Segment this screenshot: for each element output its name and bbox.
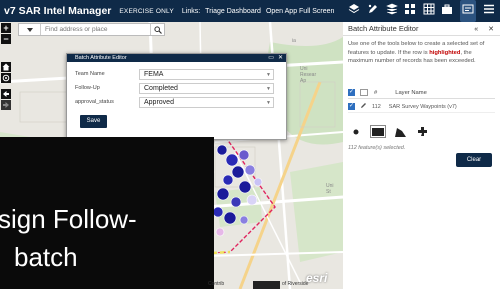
caption-line-2: batch	[14, 242, 78, 272]
field-label: Team Name	[75, 71, 105, 77]
menu-icon[interactable]	[483, 2, 495, 20]
link-triage-dashboard[interactable]: Triage Dashboard	[205, 8, 261, 15]
layer-table-header: ✓ # Layer Name	[348, 87, 495, 99]
maximize-icon[interactable]: ▭	[268, 54, 274, 62]
field-value: Approved	[144, 98, 174, 106]
pencil-icon[interactable]	[360, 102, 367, 111]
search-button[interactable]	[150, 24, 164, 35]
caret-down-icon: ▼	[266, 71, 271, 78]
puzzle-icon	[417, 127, 427, 136]
caret-down-icon: ▼	[266, 85, 271, 92]
layer-name: SAR Survey Waypoints (v7)	[388, 103, 457, 110]
widget-toolbar	[343, 0, 500, 22]
select-rectangle-tool[interactable]	[370, 125, 386, 138]
map-label: ia	[292, 38, 296, 44]
map-attribution: Contrib	[208, 281, 225, 287]
selection-tools	[348, 125, 430, 138]
select-freehand-tool[interactable]	[414, 125, 430, 138]
locate-icon	[2, 74, 10, 82]
field-row-follow-up: Follow-Up Completed ▼	[67, 82, 288, 94]
panel-header: Batch Attribute Editor « ✕	[343, 22, 500, 36]
scale-bar	[253, 281, 280, 289]
select-polygon-tool[interactable]	[392, 125, 408, 138]
layer-row[interactable]: ✓ 112 SAR Survey Waypoints (v7)	[348, 101, 495, 113]
caret-down-icon: ▼	[266, 99, 271, 106]
rectangle-icon	[372, 127, 384, 136]
home-button[interactable]	[1, 62, 11, 72]
arrow-left-icon	[3, 91, 9, 97]
edit-icon[interactable]	[367, 2, 379, 20]
field-label: approval_status	[75, 99, 114, 105]
follow-up-select[interactable]: Completed ▼	[139, 82, 274, 94]
caption-line-1: sign Follow-	[0, 204, 137, 234]
panel-instructions: Use one of the tools below to create a s…	[343, 36, 500, 66]
selected-count: 112 feature(s) selected.	[348, 145, 406, 151]
esri-logo: esri	[306, 271, 328, 285]
point-icon	[353, 129, 359, 134]
select-all-checkbox[interactable]: ✓	[348, 89, 355, 96]
field-row-approval-status: approval_status Approved ▼	[67, 96, 288, 108]
field-row-team-name: Team Name FEMA ▼	[67, 68, 288, 80]
field-value: Completed	[144, 84, 178, 92]
instructions-highlight: highlighted	[429, 49, 461, 56]
close-icon[interactable]: ✕	[278, 54, 283, 62]
save-button[interactable]: Save	[80, 115, 107, 128]
search-icon	[153, 25, 162, 34]
caret-down-icon	[26, 27, 33, 32]
count-column-header: #	[374, 89, 378, 96]
stack-icon[interactable]	[385, 2, 398, 20]
team-name-field[interactable]: FEMA ▼	[139, 68, 274, 80]
layer-column-header: Layer Name	[395, 89, 427, 96]
collapse-icon[interactable]: «	[474, 26, 478, 33]
search-input[interactable]	[41, 24, 150, 35]
map-attribution-2: of Riverside	[282, 281, 309, 287]
clear-button[interactable]: Clear	[456, 153, 492, 167]
approval-status-select[interactable]: Approved ▼	[139, 96, 274, 108]
grid-icon[interactable]	[404, 2, 416, 20]
zoom-out-button[interactable]: −	[1, 34, 11, 44]
toggle-icon[interactable]	[360, 89, 368, 96]
select-point-tool[interactable]	[348, 125, 364, 138]
panel-title: Batch Attribute Editor	[348, 24, 419, 33]
locate-button[interactable]	[1, 73, 11, 83]
map-label: Ap	[300, 78, 306, 84]
search-source-dropdown[interactable]	[19, 24, 41, 35]
previous-extent-button[interactable]	[1, 89, 11, 99]
nav-controls	[1, 62, 11, 110]
caption-overlay: sign Follow- batch	[0, 137, 214, 289]
polygon-icon	[395, 127, 406, 137]
search-box	[18, 23, 165, 36]
layers-icon[interactable]	[348, 2, 360, 20]
field-value: FEMA	[144, 70, 164, 78]
links-label: Links:	[181, 7, 201, 15]
close-icon[interactable]: ✕	[488, 25, 494, 33]
table-icon[interactable]	[423, 2, 435, 20]
briefcase-icon[interactable]	[441, 2, 453, 20]
row-checkbox[interactable]: ✓	[348, 103, 355, 110]
zoom-in-button[interactable]: +	[1, 23, 11, 33]
arrow-right-icon	[3, 102, 9, 108]
dialog-title: Batch Attribute Editor	[75, 55, 127, 61]
feature-count: 112	[372, 103, 381, 110]
next-extent-button[interactable]	[1, 100, 11, 110]
app-title: v7 SAR Intel Manager	[4, 5, 112, 17]
batch-edit-icon[interactable]	[460, 0, 477, 22]
batch-editor-panel: Batch Attribute Editor « ✕ Use one of th…	[343, 22, 500, 289]
app-header: v7 SAR Intel Manager EXERCISE ONLY Links…	[0, 0, 500, 22]
field-label: Follow-Up	[75, 85, 100, 91]
link-open-full-screen[interactable]: Open App Full Screen	[266, 8, 335, 15]
zoom-controls: + −	[1, 23, 11, 44]
home-icon	[2, 63, 10, 71]
map-label: St	[326, 189, 331, 195]
dialog-titlebar[interactable]: Batch Attribute Editor ▭ ✕	[67, 54, 286, 62]
exercise-badge: EXERCISE ONLY	[119, 7, 174, 15]
